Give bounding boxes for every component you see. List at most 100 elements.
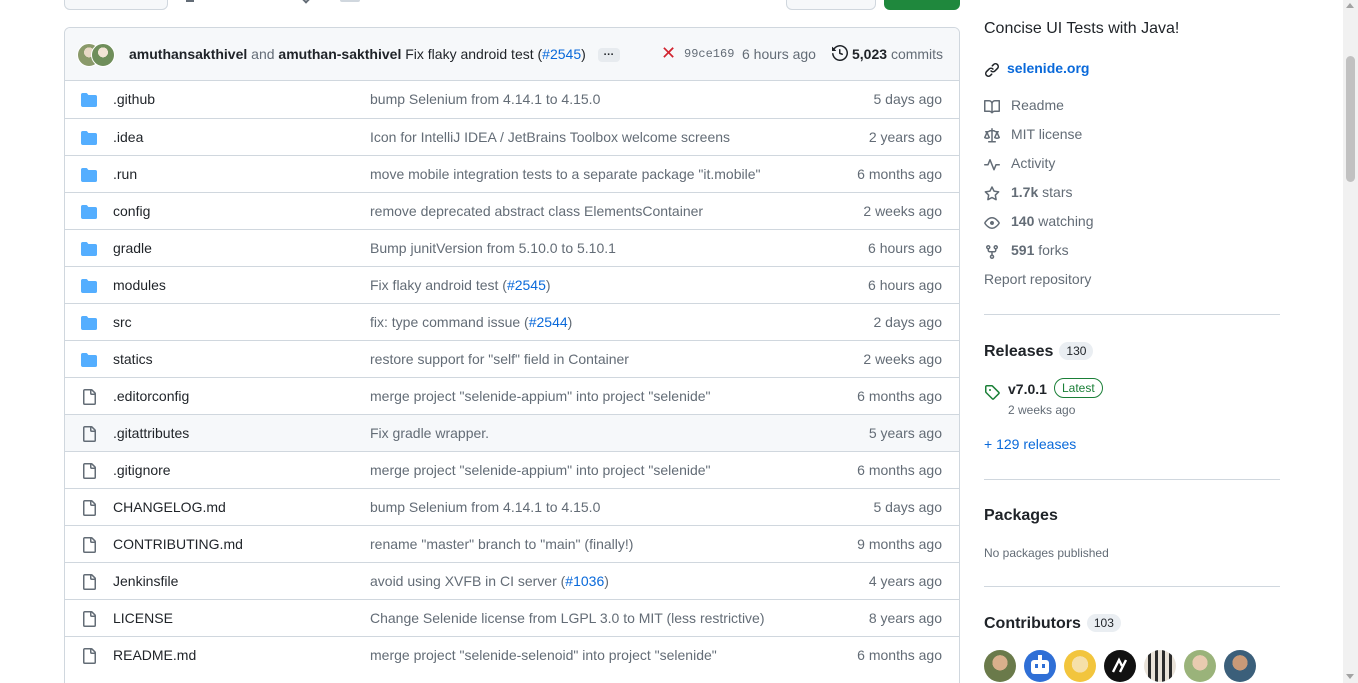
contributors-title[interactable]: Contributors xyxy=(984,615,1081,632)
forks-text[interactable]: 591 forks xyxy=(1011,242,1069,258)
file-commit-message[interactable]: Fix flaky android test (#2545) xyxy=(370,277,551,293)
watching-label[interactable]: watching xyxy=(1038,213,1093,229)
file-commit-message-text[interactable]: Icon for IntelliJ IDEA / JetBrains Toolb… xyxy=(370,129,730,145)
file-name-link[interactable]: modules xyxy=(113,277,166,293)
file-commit-message-text[interactable]: bump Selenium from 4.14.1 to 4.15.0 xyxy=(370,499,600,515)
report-repository-link[interactable]: Report repository xyxy=(984,271,1091,287)
license-text[interactable]: MIT license xyxy=(1011,126,1082,142)
file-commit-message-text[interactable]: rename "master" branch to "main" (finall… xyxy=(370,536,633,552)
commit-avatars[interactable] xyxy=(77,43,117,67)
avatar[interactable] xyxy=(1064,650,1096,682)
ci-failure-icon[interactable]: ✕ xyxy=(661,44,676,62)
file-row[interactable]: CHANGELOG.md bump Selenium from 4.14.1 to… xyxy=(65,488,959,525)
file-row[interactable]: .gitignore merge project "selenide-appium… xyxy=(65,451,959,488)
file-row[interactable]: gradle Bump junitVersion from 5.10.0 to 5… xyxy=(65,229,959,266)
avatar[interactable] xyxy=(1024,650,1056,682)
file-commit-message[interactable]: remove deprecated abstract class Element… xyxy=(370,203,703,219)
avatar[interactable] xyxy=(1104,650,1136,682)
file-commit-message[interactable]: merge project "selenide-appium" into pro… xyxy=(370,462,711,478)
commit-sha-link[interactable]: 99ce169 xyxy=(684,47,734,61)
file-commit-message[interactable]: merge project "selenide-selenoid" into p… xyxy=(370,647,717,663)
file-row[interactable]: .run move mobile integration tests to a s… xyxy=(65,155,959,192)
file-commit-message-text[interactable]: merge project "selenide-appium" into pro… xyxy=(370,462,711,478)
file-commit-message-text[interactable]: move mobile integration tests to a separ… xyxy=(370,166,760,182)
commit-coauthor-link[interactable]: amuthan-sakthivel xyxy=(278,46,401,62)
add-file-button[interactable] xyxy=(786,0,876,10)
scroll-down-arrow[interactable] xyxy=(1346,674,1354,679)
file-row[interactable]: src fix: type command issue (#2544) 2 days… xyxy=(65,303,959,340)
scrollbar-thumb[interactable] xyxy=(1346,56,1355,182)
file-name-link[interactable]: .editorconfig xyxy=(113,388,189,404)
file-row[interactable]: .idea Icon for IntelliJ IDEA / JetBrains … xyxy=(65,118,959,155)
file-name-link[interactable]: CONTRIBUTING.md xyxy=(113,536,243,552)
file-commit-message[interactable]: avoid using XVFB in CI server (#1036) xyxy=(370,573,609,589)
file-commit-message-text[interactable]: bump Selenium from 4.14.1 to 4.15.0 xyxy=(370,91,600,107)
file-commit-message-text[interactable]: merge project "selenide-selenoid" into p… xyxy=(370,647,717,663)
commits-link[interactable]: 5,023 commits xyxy=(852,46,943,62)
avatar[interactable] xyxy=(1224,650,1256,682)
file-name-link[interactable]: .run xyxy=(113,166,137,182)
file-commit-message-text[interactable]: Bump junitVersion from 5.10.0 to 5.10.1 xyxy=(370,240,616,256)
file-commit-message-text[interactable]: avoid using XVFB in CI server ( xyxy=(370,573,565,589)
file-row[interactable]: Jenkinsfile avoid using XVFB in CI server… xyxy=(65,562,959,599)
file-commit-message[interactable]: bump Selenium from 4.14.1 to 4.15.0 xyxy=(370,499,600,515)
file-name-link[interactable]: CHANGELOG.md xyxy=(113,499,226,515)
file-commit-message[interactable]: rename "master" branch to "main" (finall… xyxy=(370,536,633,552)
file-name-link[interactable]: LICENSE xyxy=(113,610,173,626)
file-row[interactable]: statics restore support for "self" field … xyxy=(65,340,959,377)
file-commit-message-text[interactable]: merge project "selenide-appium" into pro… xyxy=(370,388,711,404)
commit-pr-link[interactable]: #2545 xyxy=(542,46,581,62)
commit-count[interactable]: 5,023 xyxy=(852,46,887,62)
scroll-up-arrow[interactable] xyxy=(1346,3,1354,8)
file-commit-message[interactable]: restore support for "self" field in Cont… xyxy=(370,351,629,367)
file-name-link[interactable]: .idea xyxy=(113,129,143,145)
stars-text[interactable]: 1.7k stars xyxy=(1011,184,1072,200)
forks-count[interactable]: 591 xyxy=(1011,242,1034,258)
file-commit-message[interactable]: Fix gradle wrapper. xyxy=(370,425,489,441)
file-commit-message-text[interactable]: restore support for "self" field in Cont… xyxy=(370,351,629,367)
file-commit-pr-link[interactable]: #1036 xyxy=(565,573,604,589)
file-row[interactable]: README.md merge project "selenide-selenoi… xyxy=(65,636,959,673)
file-commit-message-text[interactable]: fix: type command issue ( xyxy=(370,314,529,330)
file-row[interactable]: LICENSE Change Selenide license from LGPL… xyxy=(65,599,959,636)
readme-text[interactable]: Readme xyxy=(1011,97,1064,113)
contributors-heading[interactable]: Contributors 103 xyxy=(984,614,1121,633)
file-name-link[interactable]: README.md xyxy=(113,647,196,663)
file-row[interactable]: config remove deprecated abstract class E… xyxy=(65,192,959,229)
stars-count[interactable]: 1.7k xyxy=(1011,184,1038,200)
file-commit-pr-link[interactable]: #2545 xyxy=(507,277,546,293)
file-commit-message[interactable]: Change Selenide license from LGPL 3.0 to… xyxy=(370,610,765,626)
file-row[interactable]: modules Fix flaky android test (#2545) 6 h… xyxy=(65,266,959,303)
commit-author-link[interactable]: amuthansakthivel xyxy=(129,46,247,62)
file-name-link[interactable]: .github xyxy=(113,91,155,107)
file-commit-message[interactable]: Bump junitVersion from 5.10.0 to 5.10.1 xyxy=(370,240,616,256)
avatar[interactable] xyxy=(984,650,1016,682)
commit-message-text[interactable]: Fix flaky android test ( xyxy=(405,46,542,62)
more-releases-link[interactable]: + 129 releases xyxy=(984,436,1076,452)
avatar[interactable] xyxy=(1144,650,1176,682)
expand-commit-button[interactable]: … xyxy=(597,47,620,63)
commits-label[interactable]: commits xyxy=(891,46,943,62)
file-name-link[interactable]: src xyxy=(113,314,132,330)
file-commit-message[interactable]: move mobile integration tests to a separ… xyxy=(370,166,760,182)
file-name-link[interactable]: .gitattributes xyxy=(113,425,189,441)
file-name-link[interactable]: config xyxy=(113,203,150,219)
file-name-link[interactable]: gradle xyxy=(113,240,152,256)
activity-text[interactable]: Activity xyxy=(1011,155,1055,171)
file-commit-pr-link[interactable]: #2544 xyxy=(529,314,568,330)
file-commit-message-text[interactable]: Change Selenide license from LGPL 3.0 to… xyxy=(370,610,765,626)
file-name-link[interactable]: Jenkinsfile xyxy=(113,573,178,589)
file-row[interactable]: .github bump Selenium from 4.14.1 to 4.15… xyxy=(65,81,959,118)
file-row[interactable]: .gitattributes Fix gradle wrapper. 5 years… xyxy=(65,414,959,451)
commit-message-link[interactable]: Fix flaky android test (#2545) xyxy=(405,46,586,62)
code-button[interactable] xyxy=(884,0,960,10)
file-commit-message[interactable]: merge project "selenide-appium" into pro… xyxy=(370,388,711,404)
file-row[interactable]: .editorconfig merge project "selenide-app… xyxy=(65,377,959,414)
file-commit-message-text[interactable]: Fix flaky android test ( xyxy=(370,277,507,293)
releases-title[interactable]: Releases xyxy=(984,343,1053,360)
page-scrollbar[interactable] xyxy=(1343,0,1358,683)
website-text[interactable]: selenide.org xyxy=(1007,60,1089,76)
file-name-link[interactable]: .gitignore xyxy=(113,462,171,478)
avatar[interactable] xyxy=(1184,650,1216,682)
tags-link[interactable] xyxy=(340,0,360,2)
